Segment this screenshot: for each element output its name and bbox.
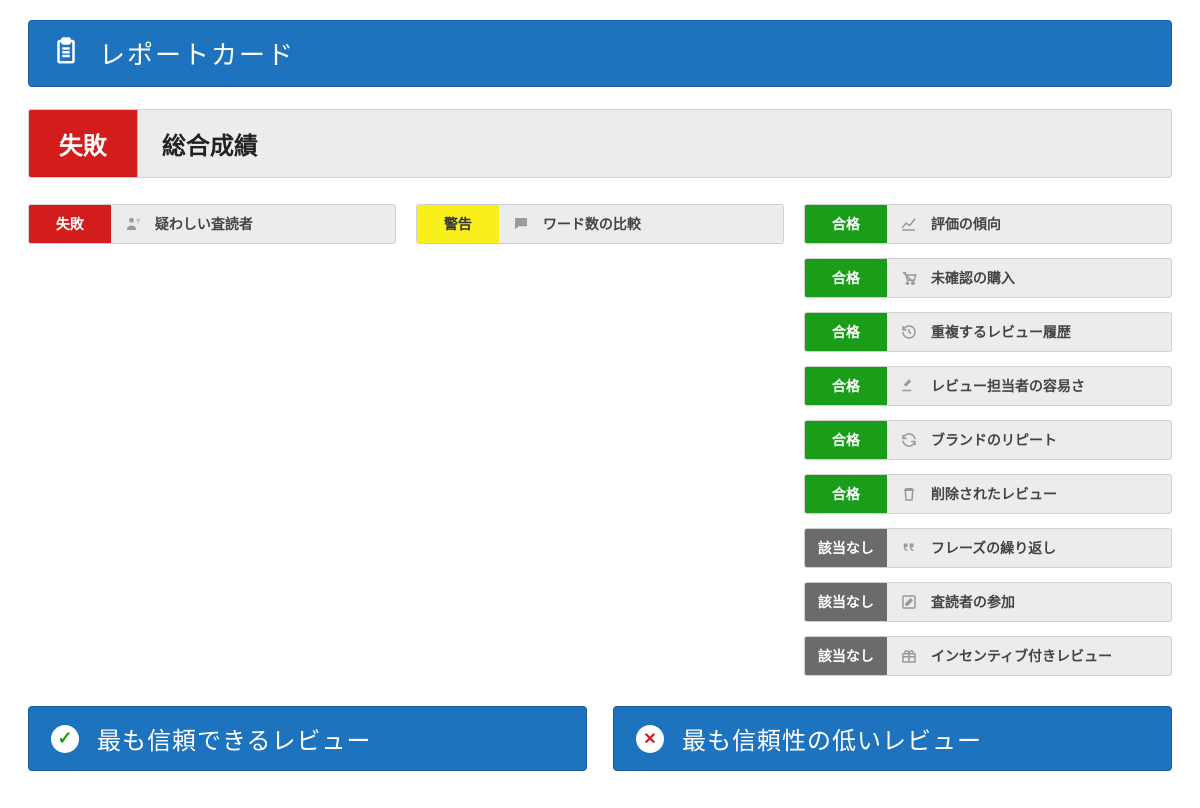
pass-na-column: 合格 評価の傾向 合格 未確認の購入 合格 bbox=[804, 204, 1172, 676]
status-badge: 該当なし bbox=[805, 529, 887, 567]
check-unverified-purchases[interactable]: 合格 未確認の購入 bbox=[804, 258, 1172, 298]
check-label: 評価の傾向 bbox=[931, 214, 1001, 234]
check-body: ワード数の比較 bbox=[499, 205, 783, 243]
clipboard-icon bbox=[51, 36, 81, 71]
check-body: ブランドのリピート bbox=[887, 421, 1171, 459]
comment-icon bbox=[511, 214, 531, 234]
trash-icon bbox=[899, 484, 919, 504]
status-badge: 失敗 bbox=[29, 205, 111, 243]
check-body: 削除されたレビュー bbox=[887, 475, 1171, 513]
check-brand-repeats[interactable]: 合格 ブランドのリピート bbox=[804, 420, 1172, 460]
check-label: ワード数の比較 bbox=[543, 214, 641, 234]
gift-icon bbox=[899, 646, 919, 666]
status-badge: 合格 bbox=[805, 367, 887, 405]
check-label: ブランドのリピート bbox=[931, 430, 1057, 450]
status-badge: 警告 bbox=[417, 205, 499, 243]
checks-columns: 失敗 ? 疑わしい査読者 警告 ワード数の比較 合格 bbox=[28, 204, 1172, 676]
check-reviewer-participation[interactable]: 該当なし 査読者の参加 bbox=[804, 582, 1172, 622]
edit-icon bbox=[899, 592, 919, 612]
check-label: インセンティブ付きレビュー bbox=[931, 646, 1112, 666]
check-body: 評価の傾向 bbox=[887, 205, 1171, 243]
x-circle-icon bbox=[636, 725, 664, 753]
check-body: フレーズの繰り返し bbox=[887, 529, 1171, 567]
overall-label: 総合成績 bbox=[138, 110, 1171, 177]
check-deleted-reviews[interactable]: 合格 削除されたレビュー bbox=[804, 474, 1172, 514]
check-label: 削除されたレビュー bbox=[931, 484, 1057, 504]
least-trusted-button[interactable]: 最も信頼性の低いレビュー bbox=[613, 706, 1172, 771]
check-incentivized-reviews[interactable]: 該当なし インセンティブ付きレビュー bbox=[804, 636, 1172, 676]
gavel-icon bbox=[899, 376, 919, 396]
svg-text:?: ? bbox=[136, 218, 140, 225]
status-badge: 該当なし bbox=[805, 637, 887, 675]
overall-grade-row: 失敗 総合成績 bbox=[28, 109, 1172, 178]
bottom-buttons-row: 最も信頼できるレビュー 最も信頼性の低いレビュー bbox=[28, 706, 1172, 771]
most-trusted-button[interactable]: 最も信頼できるレビュー bbox=[28, 706, 587, 771]
check-body: 重複するレビュー履歴 bbox=[887, 313, 1171, 351]
status-badge: 合格 bbox=[805, 475, 887, 513]
status-badge: 合格 bbox=[805, 421, 887, 459]
chart-line-icon bbox=[899, 214, 919, 234]
history-icon bbox=[899, 322, 919, 342]
check-label: 査読者の参加 bbox=[931, 592, 1015, 612]
check-body: レビュー担当者の容易さ bbox=[887, 367, 1171, 405]
fail-column: 失敗 ? 疑わしい査読者 bbox=[28, 204, 396, 676]
check-body: 未確認の購入 bbox=[887, 259, 1171, 297]
check-label: 重複するレビュー履歴 bbox=[931, 322, 1071, 342]
status-badge: 合格 bbox=[805, 313, 887, 351]
overall-badge: 失敗 bbox=[29, 110, 138, 177]
page-title: レポートカード bbox=[99, 35, 295, 72]
check-body: 査読者の参加 bbox=[887, 583, 1171, 621]
check-review-history[interactable]: 合格 重複するレビュー履歴 bbox=[804, 312, 1172, 352]
cart-off-icon bbox=[899, 268, 919, 288]
check-label: 疑わしい査読者 bbox=[155, 214, 253, 234]
check-suspicious-reviewers[interactable]: 失敗 ? 疑わしい査読者 bbox=[28, 204, 396, 244]
button-label: 最も信頼できるレビュー bbox=[97, 721, 372, 756]
warn-column: 警告 ワード数の比較 bbox=[416, 204, 784, 676]
check-phrase-repetition[interactable]: 該当なし フレーズの繰り返し bbox=[804, 528, 1172, 568]
check-body: インセンティブ付きレビュー bbox=[887, 637, 1171, 675]
quote-icon bbox=[899, 538, 919, 558]
check-rating-trend[interactable]: 合格 評価の傾向 bbox=[804, 204, 1172, 244]
status-badge: 合格 bbox=[805, 205, 887, 243]
check-label: フレーズの繰り返し bbox=[931, 538, 1056, 558]
refresh-icon bbox=[899, 430, 919, 450]
check-label: 未確認の購入 bbox=[931, 268, 1015, 288]
check-label: レビュー担当者の容易さ bbox=[931, 376, 1085, 396]
check-body: ? 疑わしい査読者 bbox=[111, 205, 395, 243]
check-reviewer-ease[interactable]: 合格 レビュー担当者の容易さ bbox=[804, 366, 1172, 406]
check-word-count[interactable]: 警告 ワード数の比較 bbox=[416, 204, 784, 244]
report-card-header: レポートカード bbox=[28, 20, 1172, 87]
status-badge: 合格 bbox=[805, 259, 887, 297]
status-badge: 該当なし bbox=[805, 583, 887, 621]
person-question-icon: ? bbox=[123, 214, 143, 234]
check-circle-icon bbox=[51, 725, 79, 753]
button-label: 最も信頼性の低いレビュー bbox=[682, 721, 982, 756]
